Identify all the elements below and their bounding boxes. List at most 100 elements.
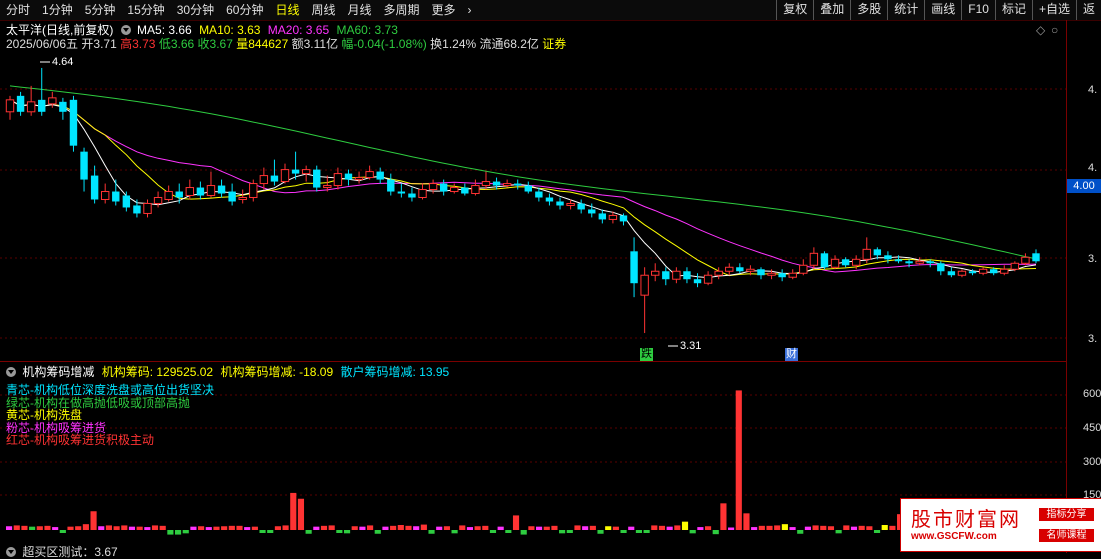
indicator-bar (482, 525, 489, 530)
ma60-value: MA60: 3.73 (336, 23, 398, 37)
indicator-bar (420, 524, 427, 530)
vol-tick: 300 (1083, 456, 1101, 468)
candle-body (439, 183, 448, 192)
indicator-legend-item: 青芯-机构低位深度洗盘或高位出货坚决 (6, 383, 214, 397)
watermark-tag: 名师课程 (1039, 529, 1094, 542)
indicator-title: 机构筹码增减 (22, 365, 95, 379)
indicator-bar (628, 526, 635, 530)
candle-body (238, 197, 247, 200)
indicator-bar (881, 525, 888, 530)
indicator-bar (36, 526, 43, 530)
indicator-bar (167, 530, 174, 535)
candle-body (153, 197, 163, 204)
candle-body (809, 252, 819, 266)
main-legend: 太平洋(日线,前复权) MA5: 3.66 MA10: 3.63 MA20: 3… (6, 23, 398, 37)
candle-body (471, 185, 480, 195)
candle-body (122, 195, 131, 208)
indicator-bar (605, 526, 612, 530)
indicator-bar (820, 525, 827, 530)
indicator-bar (681, 521, 689, 530)
indicator-bar (29, 526, 36, 530)
quote-line: 2025/06/06五 开3.71 高3.73 低3.66 收3.67 量844… (6, 37, 566, 51)
candle-body (301, 169, 311, 175)
indicator-bar (359, 526, 366, 530)
indicator-bar (328, 525, 335, 530)
candle-body (26, 101, 36, 113)
candle-body (703, 274, 713, 284)
candle-body (937, 263, 945, 272)
watermark-logo: 股市财富网 www.GSCFW.com 指标分享 名师课程 (900, 498, 1101, 552)
diamond-icon[interactable]: ◇ (1036, 23, 1045, 37)
candle-body (640, 274, 649, 296)
indicator-bar (82, 524, 89, 530)
candle-body (333, 173, 343, 187)
indicator-bar (643, 530, 650, 533)
quote-sector[interactable]: 证券 (542, 37, 566, 51)
candle-body (535, 191, 543, 198)
candle-body (1010, 262, 1020, 270)
indicator-bar (351, 526, 358, 530)
price-axis-line (1066, 20, 1067, 553)
candle-body (926, 261, 934, 264)
candle-body (1021, 256, 1030, 264)
indicator-bar (405, 525, 412, 530)
indicator-value-2: 机构筹码增减: -18.09 (220, 365, 334, 379)
pane-divider[interactable] (0, 361, 1066, 362)
indicator-bar (505, 530, 512, 533)
candle-body (59, 101, 67, 112)
indicator-bar (336, 530, 343, 533)
candle-body (820, 253, 829, 268)
indicator-bar (174, 530, 182, 535)
indicator-bar (397, 525, 404, 530)
indicator-bar (21, 525, 28, 530)
candle-body (354, 177, 364, 181)
indicator-bar (582, 526, 589, 530)
indicator-settings-icon[interactable] (6, 367, 16, 377)
candle-body (884, 255, 892, 260)
candle-body (588, 209, 596, 214)
candle-body (862, 248, 871, 260)
vol-tick: 600 (1083, 388, 1101, 400)
indicator-bar (443, 526, 450, 530)
bottom-settings-icon[interactable] (6, 547, 16, 557)
indicator-bar (75, 526, 82, 530)
quote-low: 低3.66 (158, 37, 195, 51)
indicator-bar (313, 526, 320, 530)
indicator-bar (612, 526, 619, 530)
candle-body (566, 202, 575, 206)
indicator-bar (666, 526, 673, 530)
candle-body (767, 272, 776, 276)
candle-body (746, 268, 755, 272)
candle-body (524, 185, 532, 192)
chart-canvas[interactable] (0, 0, 1101, 553)
indicator-bar (90, 511, 97, 530)
indicator-bar (67, 526, 74, 530)
indicator-bar (213, 526, 220, 530)
candle-body (545, 197, 554, 202)
candle-body (514, 183, 522, 186)
candle-body (989, 269, 998, 274)
circle-icon[interactable]: ○ (1051, 23, 1058, 37)
quote-volume: 量844627 (236, 37, 289, 51)
candle-body (323, 185, 332, 189)
indicator-bar (743, 513, 750, 530)
quote-float: 流通68.2亿 (479, 37, 539, 51)
event-marker-finance[interactable]: 财 (785, 348, 798, 361)
quote-change: 幅-0.04(-1.08%) (341, 37, 427, 51)
candle-body (259, 175, 269, 185)
indicator-legend: 机构筹码增减 机构筹码: 129525.02 机构筹码增减: -18.09 散户… (6, 365, 449, 379)
candle-body (80, 151, 88, 180)
indicator-bar (297, 498, 305, 530)
indicator-bar (320, 525, 328, 530)
indicator-bar (413, 526, 420, 530)
indicator-bar (274, 526, 281, 530)
indicator-bar (267, 530, 274, 533)
price-tick: 4. (1088, 84, 1098, 96)
indicator-bar (136, 526, 143, 530)
indicator-bar (59, 530, 66, 533)
event-marker-down[interactable]: 跌 (640, 348, 653, 361)
candle-body (957, 270, 967, 276)
indicator-bar (774, 525, 781, 530)
indicator-bar (436, 526, 443, 530)
settings-circle-icon[interactable] (120, 25, 131, 35)
